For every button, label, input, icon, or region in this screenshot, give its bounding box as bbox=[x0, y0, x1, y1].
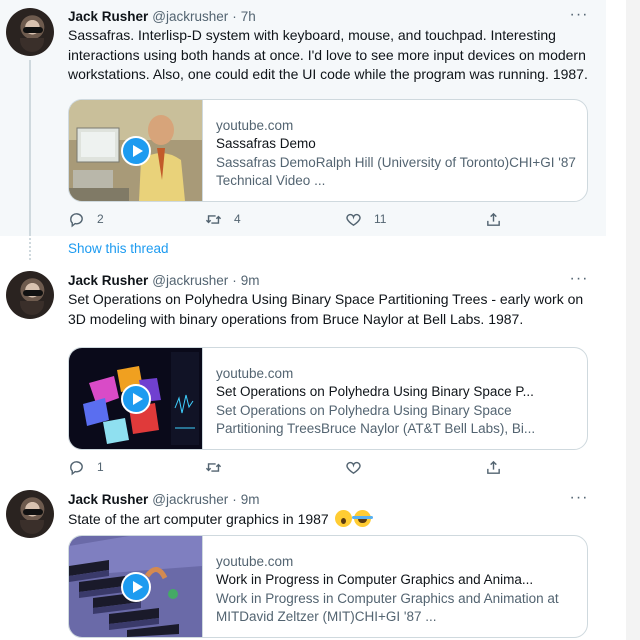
reply-icon bbox=[70, 460, 83, 475]
tweet-header: Jack Rusher @jackrusher · 9m bbox=[68, 273, 260, 291]
more-icon[interactable]: ··· bbox=[568, 490, 590, 509]
video-thumbnail[interactable] bbox=[69, 536, 203, 637]
face-tears-of-joy-emoji bbox=[351, 510, 373, 527]
tweet-header: Jack Rusher @jackrusher · 7h bbox=[68, 9, 256, 27]
timestamp[interactable]: 9m bbox=[241, 492, 260, 507]
author-handle[interactable]: @jackrusher bbox=[152, 9, 228, 24]
card-description: Work in Progress in Computer Graphics an… bbox=[216, 591, 559, 624]
author-handle[interactable]: @jackrusher bbox=[152, 273, 228, 288]
share-button[interactable] bbox=[485, 209, 502, 229]
reply-count: 2 bbox=[97, 212, 104, 226]
card-domain: youtube.com bbox=[216, 554, 294, 569]
face-screaming-emoji bbox=[334, 510, 352, 527]
like-button[interactable] bbox=[345, 457, 374, 477]
reply-count: 1 bbox=[97, 460, 104, 474]
author-handle[interactable]: @jackrusher bbox=[152, 492, 228, 507]
timestamp[interactable]: 7h bbox=[241, 9, 256, 24]
card-description: Set Operations on Polyhedra Using Binary… bbox=[216, 403, 536, 436]
tweet-text: Sassafras. Interlisp-D system with keybo… bbox=[68, 27, 588, 82]
card-description: Sassafras DemoRalph Hill (University of … bbox=[216, 155, 576, 188]
video-thumbnail[interactable] bbox=[69, 348, 203, 449]
separator: · bbox=[232, 492, 237, 507]
retweet-icon bbox=[205, 462, 222, 472]
tweet-text-content: State of the art computer graphics in 19… bbox=[68, 511, 329, 527]
tweet-text: State of the art computer graphics in 19… bbox=[68, 510, 593, 530]
card-title[interactable]: Set Operations on Polyhedra Using Binary… bbox=[216, 384, 576, 399]
reply-icon bbox=[70, 212, 83, 227]
avatar[interactable] bbox=[6, 490, 54, 538]
share-button[interactable] bbox=[485, 457, 502, 477]
separator: · bbox=[232, 9, 237, 24]
tweet[interactable]: Jack Rusher @jackrusher · 9m ··· State of t… bbox=[0, 486, 606, 640]
author-name[interactable]: Jack Rusher bbox=[68, 273, 148, 288]
link-card[interactable]: youtube.com Set Operations on Polyhedra … bbox=[68, 347, 588, 450]
tweet-text: Set Operations on Polyhedra Using Binary… bbox=[68, 291, 584, 327]
play-icon[interactable] bbox=[120, 383, 151, 414]
timeline: Jack Rusher @jackrusher · 7h ··· Sassafras.… bbox=[0, 0, 606, 640]
share-icon bbox=[487, 460, 500, 474]
video-thumbnail[interactable] bbox=[69, 100, 203, 201]
retweet-icon bbox=[205, 214, 222, 224]
like-icon bbox=[346, 213, 361, 226]
like-button[interactable]: 11 bbox=[345, 209, 386, 229]
thread-line bbox=[29, 60, 31, 236]
author-name[interactable]: Jack Rusher bbox=[68, 9, 148, 24]
retweet-button[interactable]: 4 bbox=[205, 209, 241, 229]
reply-button[interactable]: 2 bbox=[68, 209, 104, 229]
avatar[interactable] bbox=[6, 8, 54, 56]
show-thread-link[interactable]: Show this thread bbox=[68, 241, 169, 256]
card-title[interactable]: Sassafras Demo bbox=[216, 136, 576, 151]
separator: · bbox=[232, 273, 237, 288]
card-title[interactable]: Work in Progress in Computer Graphics an… bbox=[216, 572, 576, 587]
tweet-actions: 1 bbox=[68, 457, 508, 477]
side-panel-edge bbox=[626, 0, 640, 640]
tweet-header: Jack Rusher @jackrusher · 9m bbox=[68, 492, 260, 510]
more-icon[interactable]: ··· bbox=[568, 271, 590, 290]
avatar[interactable] bbox=[6, 271, 54, 319]
tweet-actions: 2 4 11 bbox=[68, 209, 508, 229]
author-name[interactable]: Jack Rusher bbox=[68, 492, 148, 507]
card-domain: youtube.com bbox=[216, 366, 294, 381]
timestamp[interactable]: 9m bbox=[241, 273, 260, 288]
tweet[interactable]: Jack Rusher @jackrusher · 9m ··· Set Operat… bbox=[0, 266, 606, 486]
retweet-button[interactable] bbox=[205, 457, 234, 477]
more-icon[interactable]: ··· bbox=[568, 7, 590, 26]
link-card[interactable]: youtube.com Work in Progress in Computer… bbox=[68, 535, 588, 638]
like-icon bbox=[346, 461, 361, 474]
thread-dots bbox=[29, 238, 33, 260]
play-icon[interactable] bbox=[120, 135, 151, 166]
reply-button[interactable]: 1 bbox=[68, 457, 104, 477]
like-count: 11 bbox=[374, 212, 387, 226]
retweet-count: 4 bbox=[234, 212, 241, 226]
tweet[interactable]: Jack Rusher @jackrusher · 7h ··· Sassafras.… bbox=[0, 0, 606, 236]
play-icon[interactable] bbox=[120, 571, 151, 602]
card-domain: youtube.com bbox=[216, 118, 294, 133]
share-icon bbox=[487, 212, 500, 226]
link-card[interactable]: youtube.com Sassafras Demo Sassafras Dem… bbox=[68, 99, 588, 202]
